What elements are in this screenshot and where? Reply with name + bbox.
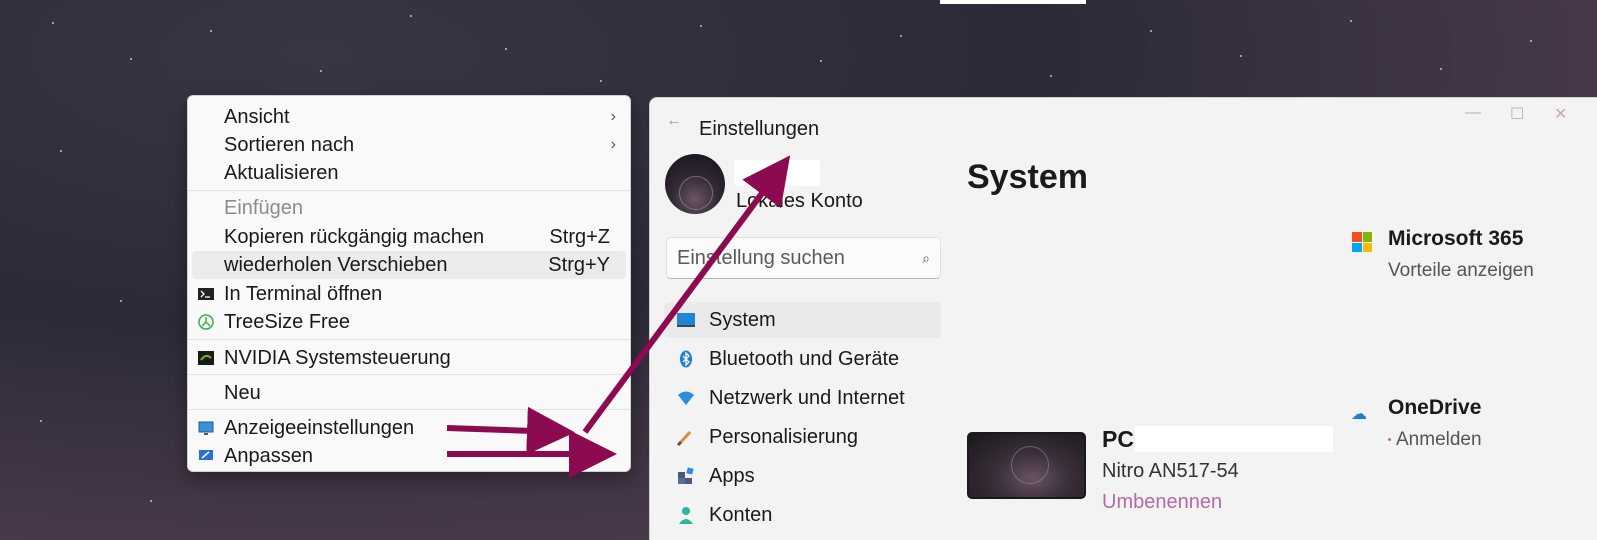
pc-wallpaper-thumbnail	[967, 432, 1086, 499]
ms365-link[interactable]: Vorteile anzeigen	[1388, 260, 1534, 282]
cloud-icon: ☁	[1351, 406, 1367, 423]
menu-item-redo-move[interactable]: wiederholen Verschieben Strg+Y	[192, 251, 626, 279]
menu-item-label: Sortieren nach	[224, 134, 355, 156]
menu-item-nvidia[interactable]: NVIDIA Systemsteuerung	[192, 344, 626, 372]
menu-item-treesize[interactable]: TreeSize Free	[192, 308, 626, 336]
menu-item-aktualisieren[interactable]: Aktualisieren	[192, 159, 626, 187]
terminal-icon	[198, 288, 214, 300]
menu-item-neu[interactable]: Neu	[192, 379, 626, 407]
window-title: Einstellungen	[699, 118, 820, 140]
pc-name-redacted	[1135, 426, 1333, 452]
status-dot	[1388, 438, 1391, 442]
ms365-title[interactable]: Microsoft 365	[1388, 227, 1523, 251]
menu-item-label: Aktualisieren	[224, 162, 339, 184]
wifi-icon	[678, 391, 694, 405]
shortcut-label: Strg+Z	[549, 226, 610, 248]
bluetooth-icon	[680, 350, 692, 368]
menu-item-label: Kopieren rückgängig machen	[224, 226, 485, 248]
menu-item-label: wiederholen Verschieben	[224, 254, 448, 276]
menu-item-anpassen[interactable]: Anpassen	[192, 442, 626, 470]
menu-item-label: Einfügen	[224, 197, 303, 219]
rename-link[interactable]: Umbenennen	[1102, 491, 1222, 514]
menu-item-label: Ansicht	[224, 106, 290, 128]
pc-model: Nitro AN517-54	[1102, 460, 1239, 482]
nav-item-netzwerk[interactable]: Netzwerk und Internet	[664, 380, 941, 416]
nav-label: Bluetooth und Geräte	[709, 348, 900, 370]
settings-nav: System Bluetooth und Geräte Netzwerk und…	[664, 302, 941, 536]
menu-item-label: TreeSize Free	[224, 311, 350, 333]
menu-separator	[188, 339, 630, 340]
pc-name: PC	[1102, 426, 1134, 452]
account-icon	[679, 507, 693, 524]
page-title: System	[967, 158, 1088, 196]
menu-item-undo-copy[interactable]: Kopieren rückgängig machen Strg+Z	[192, 223, 626, 251]
desktop-context-menu: Ansicht › Sortieren nach › Aktualisieren…	[187, 95, 631, 472]
apps-icon	[678, 467, 694, 484]
menu-separator	[188, 409, 630, 410]
menu-item-ansicht[interactable]: Ansicht ›	[192, 103, 626, 131]
onedrive-signin[interactable]: Anmelden	[1388, 429, 1482, 451]
nav-label: Personalisierung	[709, 426, 858, 448]
back-arrow-icon[interactable]: ←	[666, 112, 682, 130]
menu-separator	[188, 190, 630, 191]
maximize-icon[interactable]: ☐	[1510, 104, 1524, 124]
settings-search-input[interactable]: Einstellung suchen ⌕	[666, 237, 941, 279]
menu-item-label: Anpassen	[224, 445, 313, 467]
menu-item-label: In Terminal öffnen	[224, 283, 383, 305]
nav-item-apps[interactable]: Apps	[664, 458, 941, 494]
chevron-right-icon: ›	[610, 108, 616, 125]
search-placeholder: Einstellung suchen	[677, 247, 845, 269]
user-name-redacted	[734, 160, 820, 186]
nav-item-personalisierung[interactable]: Personalisierung	[664, 419, 941, 455]
menu-item-label: NVIDIA Systemsteuerung	[224, 347, 451, 369]
close-icon[interactable]: ✕	[1554, 104, 1567, 124]
search-icon: ⌕	[922, 250, 930, 266]
chevron-right-icon: ›	[610, 136, 616, 153]
nav-label: System	[709, 309, 776, 331]
minimize-icon[interactable]: —	[1465, 104, 1481, 122]
microsoft-logo-icon	[1352, 232, 1372, 252]
menu-item-einfuegen[interactable]: Einfügen	[192, 194, 626, 222]
menu-separator	[188, 374, 630, 375]
menu-item-sortieren[interactable]: Sortieren nach ›	[192, 131, 626, 159]
nav-item-konten[interactable]: Konten	[664, 497, 941, 533]
brush-icon	[676, 430, 692, 446]
onedrive-title[interactable]: OneDrive	[1388, 396, 1481, 420]
nav-label: Apps	[709, 465, 755, 487]
avatar[interactable]	[665, 154, 725, 214]
nav-label: Konten	[709, 504, 773, 526]
personalize-icon	[199, 450, 213, 460]
nav-label: Netzwerk und Internet	[709, 387, 905, 409]
shortcut-label: Strg+Y	[548, 254, 610, 276]
nav-item-system[interactable]: System	[664, 302, 941, 338]
nav-item-bluetooth[interactable]: Bluetooth und Geräte	[664, 341, 941, 377]
taskbar-fragment	[940, 0, 1086, 4]
system-icon	[677, 313, 695, 327]
treesize-icon	[198, 314, 214, 330]
menu-item-anzeigeeinstellungen[interactable]: Anzeigeeinstellungen	[192, 414, 626, 442]
onedrive-signin-label: Anmelden	[1396, 429, 1482, 450]
menu-item-terminal[interactable]: In Terminal öffnen	[192, 280, 626, 308]
nvidia-icon	[198, 351, 214, 365]
menu-item-label: Anzeigeeinstellungen	[224, 417, 415, 439]
display-icon	[198, 421, 214, 435]
settings-window: — ☐ ✕ ← Einstellungen Lokales Konto Eins…	[649, 97, 1597, 540]
menu-item-label: Neu	[224, 382, 261, 404]
account-type: Lokales Konto	[736, 190, 863, 212]
